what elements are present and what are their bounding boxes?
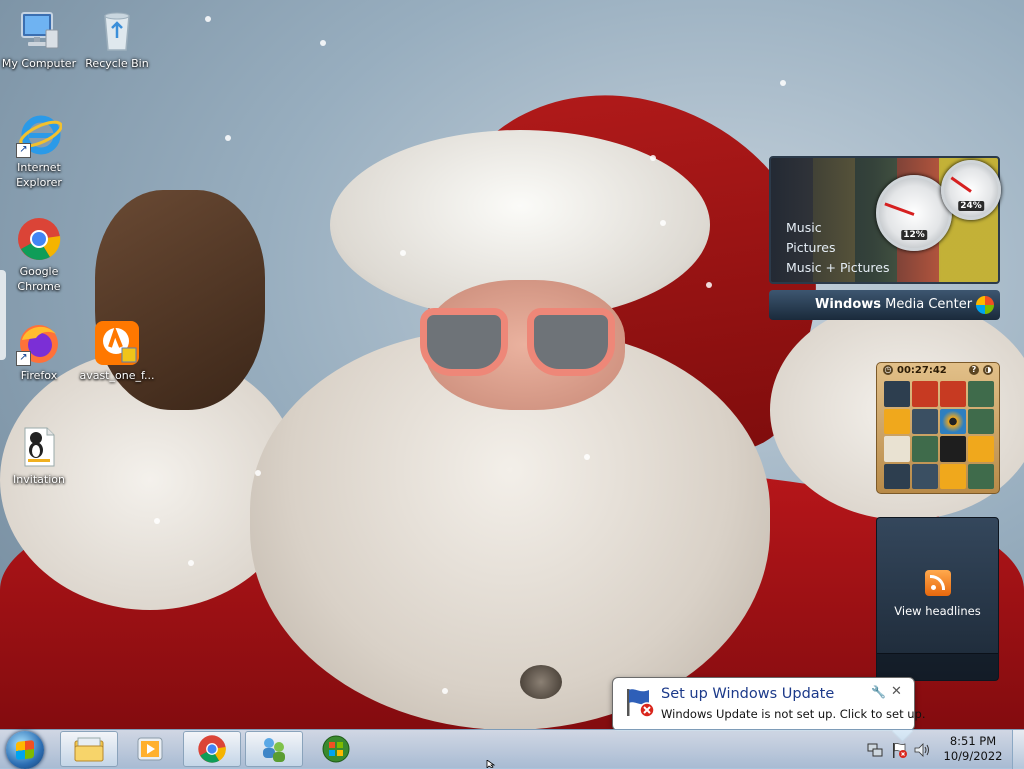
- puzzle-tile[interactable]: [968, 463, 994, 489]
- tray-action-center-icon[interactable]: [890, 730, 908, 769]
- desktop-icon-label: Internet Explorer: [16, 161, 62, 189]
- wrench-icon[interactable]: 🔧: [871, 685, 886, 699]
- memory-gauge: 24%: [941, 160, 1001, 220]
- puzzle-help-button[interactable]: ?: [969, 365, 979, 375]
- puzzle-header: ◷ 00:27:42 ? ◑: [877, 363, 999, 379]
- puzzle-tile[interactable]: [968, 436, 994, 462]
- puzzle-timer: 00:27:42: [897, 365, 947, 376]
- puzzle-grid: [884, 381, 994, 489]
- network-icon: [867, 743, 883, 757]
- notification-close-button[interactable]: ✕: [891, 684, 902, 699]
- taskbar-network-users[interactable]: [245, 731, 303, 767]
- internet-explorer-icon: ↗: [16, 112, 63, 158]
- taskbar-windows-media-center[interactable]: [307, 731, 365, 767]
- taskbar-file-explorer[interactable]: [60, 731, 118, 767]
- desktop-icon-my-computer[interactable]: My Computer: [0, 8, 78, 71]
- media-center-title-rest: Media Center: [881, 297, 973, 312]
- desktop-icon-label: Recycle Bin: [85, 57, 149, 70]
- view-headlines-link[interactable]: View headlines: [877, 604, 998, 618]
- puzzle-timer-icon: ◷: [883, 365, 893, 375]
- notification-title: Set up Windows Update: [661, 686, 835, 702]
- windows-logo-icon: [16, 740, 34, 760]
- desktop-icon-invitation[interactable]: Invitation: [0, 424, 78, 487]
- puzzle-tile[interactable]: [968, 381, 994, 407]
- action-center-flag-icon: [623, 686, 655, 718]
- media-center-title-bar[interactable]: Windows Media Center: [769, 290, 1000, 320]
- memory-usage-value: 24%: [958, 201, 984, 211]
- clock-date: 10/9/2022: [943, 749, 1003, 763]
- feed-footer: [877, 653, 998, 680]
- media-center-title-bold: Windows: [815, 297, 882, 312]
- text-document-icon: [16, 424, 62, 470]
- recycle-bin-icon: [94, 8, 140, 54]
- desktop-icon-label: avast_one_f...: [79, 369, 155, 382]
- wallpaper-coat-button: [520, 665, 562, 699]
- computer-icon: [16, 8, 62, 54]
- puzzle-tile[interactable]: [912, 463, 938, 489]
- firefox-icon: ↗: [16, 320, 62, 366]
- tray-volume-icon[interactable]: [913, 730, 931, 769]
- puzzle-tile[interactable]: [912, 436, 938, 462]
- taskbar-media-player[interactable]: [121, 731, 179, 767]
- windows-update-notification[interactable]: Set up Windows Update Windows Update is …: [612, 677, 926, 731]
- desktop-icon-google-chrome[interactable]: Google Chrome: [0, 216, 78, 294]
- puzzle-tile[interactable]: [940, 381, 966, 407]
- tray-network-icon[interactable]: [866, 730, 884, 769]
- wallpaper-sunglasses: [420, 308, 615, 380]
- chrome-icon: [198, 735, 226, 763]
- avast-installer-icon: [94, 320, 140, 366]
- start-button[interactable]: [6, 731, 44, 769]
- puzzle-tile[interactable]: [884, 381, 910, 407]
- puzzle-tile[interactable]: [884, 436, 910, 462]
- media-center-item-music[interactable]: Music: [786, 220, 822, 235]
- windows-media-center-icon: [322, 735, 350, 763]
- network-users-icon: [263, 738, 285, 762]
- desktop-icon-avast-one[interactable]: avast_one_f...: [78, 320, 156, 383]
- puzzle-tile[interactable]: [968, 408, 994, 434]
- chrome-icon: [16, 216, 62, 262]
- puzzle-tile[interactable]: [912, 381, 938, 407]
- shortcut-arrow-icon: ↗: [16, 143, 31, 158]
- desktop-icon-internet-explorer[interactable]: ↗ Internet Explorer: [0, 112, 78, 190]
- media-center-item-pictures[interactable]: Pictures: [786, 240, 836, 255]
- rss-feed-icon: [925, 570, 951, 596]
- media-center-item-music-pictures[interactable]: Music + Pictures: [786, 260, 890, 275]
- shortcut-arrow-icon: ↗: [16, 351, 31, 366]
- puzzle-tile[interactable]: [884, 463, 910, 489]
- taskbar: 8:51 PM 10/9/2022: [0, 729, 1024, 769]
- media-player-icon: [137, 737, 163, 761]
- taskbar-chrome[interactable]: [183, 731, 241, 767]
- puzzle-tile[interactable]: [912, 408, 938, 434]
- show-desktop-button[interactable]: [1012, 730, 1024, 769]
- puzzle-toggle-button[interactable]: ◑: [983, 365, 993, 375]
- notification-text: Windows Update is not set up. Click to s…: [661, 707, 926, 721]
- desktop-icon-firefox[interactable]: ↗ Firefox: [0, 320, 78, 383]
- puzzle-tile[interactable]: [940, 408, 966, 434]
- desktop-icon-label: My Computer: [1, 57, 77, 70]
- puzzle-tile[interactable]: [940, 463, 966, 489]
- taskbar-clock[interactable]: 8:51 PM 10/9/2022: [936, 734, 1010, 764]
- clock-time: 8:51 PM: [949, 734, 997, 748]
- picture-puzzle-gadget[interactable]: ◷ 00:27:42 ? ◑: [876, 362, 1000, 494]
- cpu-usage-value: 12%: [901, 230, 927, 240]
- file-explorer-icon: [74, 737, 104, 762]
- desktop-icon-label: Google Chrome: [17, 265, 61, 293]
- speaker-icon: [914, 743, 929, 757]
- desktop-icon-label: Invitation: [13, 473, 65, 486]
- action-center-flag-icon: [893, 743, 907, 758]
- feed-headlines-gadget[interactable]: View headlines: [876, 517, 999, 681]
- puzzle-tile[interactable]: [884, 408, 910, 434]
- desktop-wallpaper: [0, 0, 1024, 768]
- desktop-icon-label: Firefox: [20, 369, 58, 382]
- puzzle-tile[interactable]: [940, 436, 966, 462]
- desktop-icon-recycle-bin[interactable]: Recycle Bin: [78, 8, 156, 71]
- mouse-cursor-icon: [486, 760, 496, 768]
- windows-logo-icon: [976, 296, 994, 314]
